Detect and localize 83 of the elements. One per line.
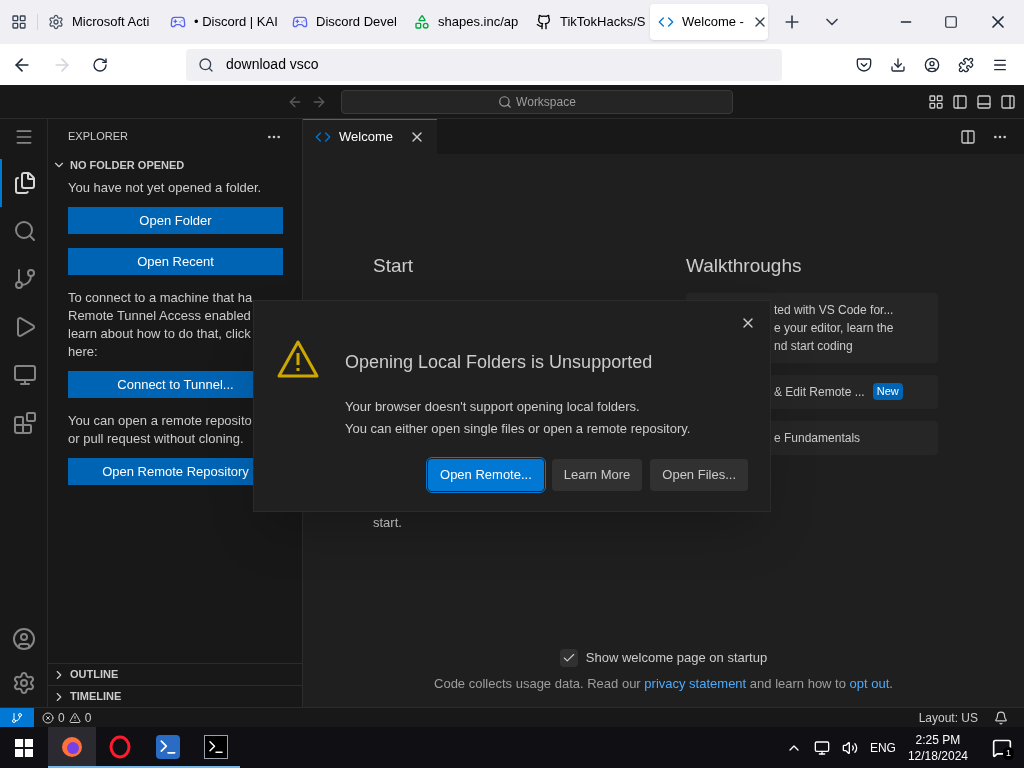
bell-icon[interactable] — [994, 710, 1008, 725]
split-editor-icon[interactable] — [960, 128, 976, 145]
address-bar[interactable]: download vsco — [186, 48, 782, 81]
browser-tab[interactable]: TikTokHacks/S — [528, 4, 646, 40]
dialog-title: Opening Local Folders is Unsupported — [345, 351, 654, 374]
browser-tab[interactable]: shapes.inc/ap — [406, 4, 524, 40]
reload-icon[interactable] — [92, 56, 108, 73]
speaker-icon[interactable] — [841, 739, 858, 756]
shell-icon — [156, 734, 180, 759]
walkthrough-text: & Edit Remote ... — [774, 383, 865, 401]
notification-count: 1 — [1003, 746, 1014, 760]
problems-indicator[interactable]: 0 0 — [42, 708, 92, 727]
address-text: download vsco — [226, 55, 319, 74]
pocket-icon[interactable] — [856, 56, 872, 73]
notification-button[interactable]: 1 — [980, 727, 1024, 768]
maximize-icon[interactable] — [944, 15, 958, 29]
search-placeholder: Workspace — [516, 93, 576, 111]
sidebar-button[interactable]: Open Folder — [68, 207, 283, 234]
branch-icon[interactable] — [12, 267, 37, 291]
error-icon — [42, 711, 54, 724]
game-controller-icon — [292, 14, 308, 30]
blocks-icon[interactable] — [12, 411, 37, 435]
remote-icon — [11, 711, 23, 724]
start-text: start. — [373, 513, 403, 532]
game-controller-icon — [170, 14, 186, 30]
layout-icon[interactable] — [928, 93, 944, 110]
panel-toggle-icon[interactable] — [976, 93, 992, 110]
gear-icon — [48, 14, 64, 30]
network-icon[interactable] — [813, 739, 830, 756]
download-icon[interactable] — [890, 56, 906, 73]
walkthrough-text: e Fundamentals — [774, 429, 861, 447]
taskbar-app[interactable] — [48, 727, 96, 768]
ring-icon — [108, 734, 132, 759]
sidebar-button[interactable]: Open Recent — [68, 248, 283, 275]
browser-tab[interactable]: Welcome - — [650, 4, 768, 40]
checkbox[interactable] — [559, 648, 578, 667]
section-title[interactable]: TIMELINE — [70, 688, 122, 705]
privacy-link[interactable]: privacy statement — [644, 675, 747, 691]
monitor-icon[interactable] — [12, 363, 37, 387]
sidebar-message: To connect to a machine that ha Remote Tunnel Access enabled learn about how to do that, click here: — [68, 289, 254, 361]
terminal-icon — [204, 734, 228, 759]
search-icon — [198, 56, 214, 73]
sidebar-message: You have not yet opened a folder. — [68, 179, 263, 197]
keyboard-layout[interactable]: Layout: US — [918, 708, 978, 727]
sidebar-title: EXPLORER — [68, 129, 128, 145]
section-title[interactable]: NO FOLDER OPENED — [70, 156, 185, 174]
warning-icon — [68, 711, 81, 724]
new-badge: New — [872, 383, 903, 400]
search-icon — [498, 94, 513, 109]
dialog-button[interactable]: Open Remote... — [428, 459, 544, 491]
checkbox-label: Show welcome page on startup — [585, 649, 768, 667]
language-indicator[interactable]: ENG — [869, 738, 896, 757]
tab-list-icon[interactable] — [10, 14, 27, 30]
remote-indicator[interactable] — [0, 708, 34, 727]
warning-icon — [276, 339, 320, 379]
usage-notice: Code collects usage data. Read our privacy statement and learn how to opt out. — [434, 674, 893, 693]
section-title[interactable]: OUTLINE — [70, 666, 119, 683]
secondary-sidebar-icon[interactable] — [1000, 93, 1016, 110]
walkthrough-text: ted with VS Code for... e your editor, learn the nd start coding — [774, 301, 894, 355]
browser-tab[interactable]: Microsoft Acti — [40, 4, 158, 40]
windows-logo-icon[interactable] — [15, 738, 33, 757]
dialog-button[interactable]: Open Files... — [650, 459, 748, 491]
fox-icon — [60, 734, 84, 759]
search-icon[interactable] — [12, 219, 37, 243]
start-heading: Start — [373, 254, 415, 278]
clock[interactable]: 2:25 PM 12/18/2024 — [907, 731, 968, 764]
sidebar-message: You can open a remote reposito or pull request without cloning. — [68, 412, 253, 448]
browser-tab[interactable]: Discord Devel — [284, 4, 402, 40]
code-icon — [658, 14, 674, 30]
account-icon[interactable] — [924, 56, 940, 73]
walkthroughs-heading: Walkthroughs — [686, 254, 803, 278]
sidebar-toggle-icon[interactable] — [952, 93, 968, 110]
browser-tab[interactable]: • Discord | KAI — [162, 4, 280, 40]
dialog-button[interactable]: Learn More — [551, 459, 643, 491]
shapes-icon — [414, 14, 430, 30]
code-icon — [315, 129, 331, 145]
settings-icon[interactable] — [11, 671, 36, 695]
command-center[interactable]: Workspace — [341, 89, 733, 114]
github-icon — [536, 14, 552, 30]
extensions-icon[interactable] — [958, 56, 974, 73]
files-icon[interactable] — [12, 171, 37, 195]
chat-icon — [992, 737, 1012, 758]
editor-tab[interactable]: Welcome — [303, 119, 437, 154]
